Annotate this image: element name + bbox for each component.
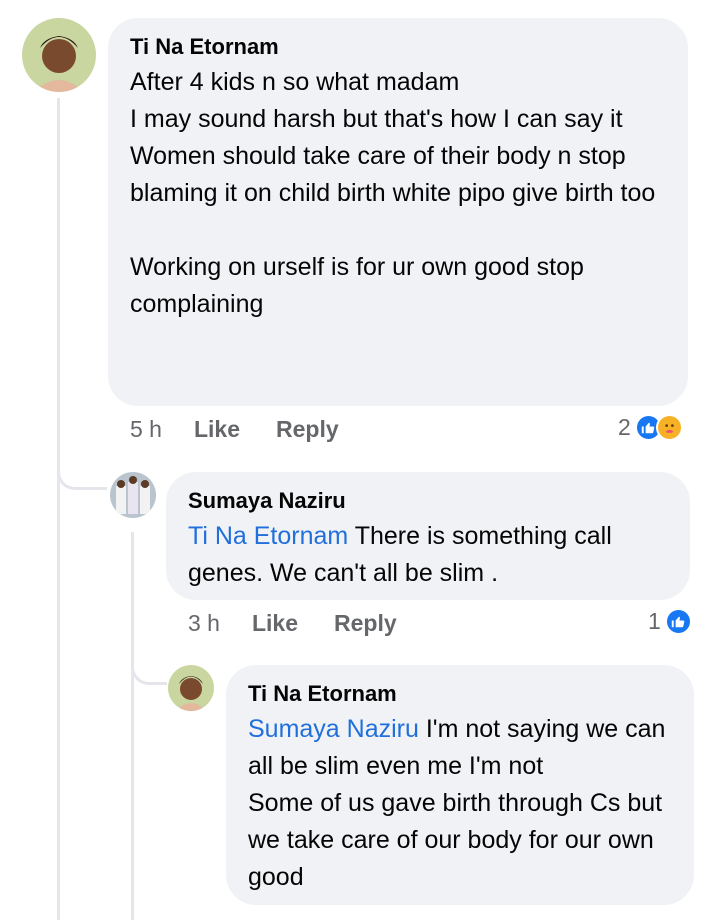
comment-bubble: Ti Na Etornam After 4 kids n so what mad… [108, 18, 688, 406]
thread-line-main [57, 98, 60, 920]
reaction-count: 1 [648, 608, 661, 634]
comment-author[interactable]: Sumaya Naziru [188, 488, 668, 514]
mention-link[interactable]: Sumaya Naziru [248, 715, 419, 743]
comment-text: Sumaya Naziru I'm not saying we can all … [248, 711, 672, 896]
comment-time[interactable]: 5 h [130, 416, 162, 443]
comment-author[interactable]: Ti Na Etornam [248, 681, 672, 707]
avatar[interactable] [22, 18, 96, 92]
comment-actions: 5 h Like Reply [130, 416, 375, 443]
mention-link[interactable]: Ti Na Etornam [188, 522, 348, 550]
comment-actions: 3 h Like Reply [188, 610, 433, 637]
like-button[interactable]: Like [194, 416, 240, 443]
thread-connector [57, 450, 107, 490]
avatar[interactable] [168, 665, 214, 711]
comment-text: After 4 kids n so what madam I may sound… [130, 64, 666, 323]
reply-bubble: Ti Na Etornam Sumaya Naziru I'm not sayi… [226, 665, 694, 905]
comment-time[interactable]: 3 h [188, 610, 220, 637]
care-icon [655, 414, 683, 441]
reaction-summary[interactable]: 2 [618, 414, 683, 441]
comment-author[interactable]: Ti Na Etornam [130, 34, 666, 60]
like-icon [664, 608, 692, 635]
avatar[interactable] [110, 472, 156, 518]
like-button[interactable]: Like [252, 610, 298, 637]
thread-line-reply [131, 532, 134, 920]
reply-bubble: Sumaya Naziru Ti Na Etornam There is som… [166, 472, 690, 600]
thread-connector [131, 645, 167, 685]
comment-line [130, 212, 666, 249]
reply-button[interactable]: Reply [334, 610, 397, 637]
comment-line: Women should take care of their body n s… [130, 142, 656, 207]
reaction-count: 2 [618, 414, 631, 440]
comment-line: Working on urself is for ur own good sto… [130, 253, 584, 318]
comment-line: After 4 kids n so what madam [130, 68, 460, 96]
reply-button[interactable]: Reply [276, 416, 339, 443]
comment-line: Some of us gave birth through Cs but we … [248, 789, 663, 891]
comment-line: Sumaya Naziru I'm not saying we can all … [248, 711, 672, 785]
reaction-summary[interactable]: 1 [648, 608, 692, 635]
comment-line: I may sound harsh but that's how I can s… [130, 105, 623, 133]
comment-text: Ti Na Etornam There is something call ge… [188, 518, 668, 592]
